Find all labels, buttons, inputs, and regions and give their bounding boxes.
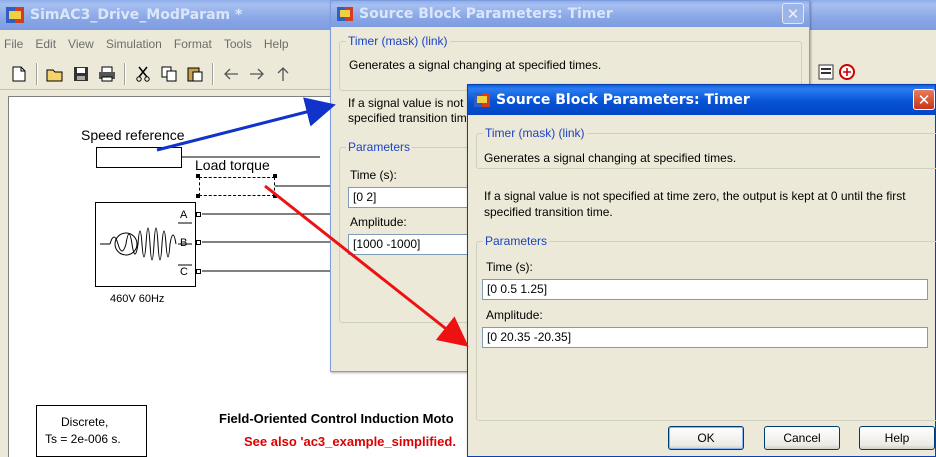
timer-params-dialog-front: Source Block Parameters: Timer ✕ Timer (… — [467, 84, 936, 457]
description-text: Generates a signal changing at specified… — [484, 151, 737, 165]
time-label: Time (s): — [350, 168, 397, 182]
dialog-front-title-bar[interactable]: Source Block Parameters: Timer — [468, 85, 935, 115]
parameters-legend: Parameters — [346, 140, 413, 154]
ok-button[interactable]: OK — [668, 426, 744, 450]
dialog-back-title-bar[interactable]: Source Block Parameters: Timer — [331, 1, 809, 27]
mask-description-group: Timer (mask) (link) Generates a signal c… — [476, 126, 936, 169]
mask-legend: Timer (mask) (link) — [346, 34, 450, 48]
powergui-discrete-block[interactable] — [36, 405, 147, 457]
amplitude-label: Amplitude: — [350, 215, 407, 229]
dialog-back-title: Source Block Parameters: Timer — [359, 6, 613, 22]
amplitude-field[interactable]: [1000 -1000] — [348, 234, 468, 255]
model-title-text: Field-Oriented Control Induction Moto — [219, 411, 454, 426]
note-text-line1: If a signal value is not specified at ti… — [484, 189, 906, 203]
description-text: Generates a signal changing at specified… — [349, 58, 602, 72]
mask-legend: Timer (mask) (link) — [483, 126, 587, 140]
close-icon[interactable]: ✕ — [782, 3, 804, 24]
see-also-link[interactable]: See also 'ac3_example_simplified. — [244, 434, 456, 449]
time-field[interactable]: [0 2] — [348, 187, 468, 208]
amplitude-field[interactable]: [0 20.35 -20.35] — [482, 327, 928, 348]
time-label: Time (s): — [486, 260, 533, 274]
note-text-line2: specified transition tim — [348, 111, 467, 125]
cancel-button[interactable]: Cancel — [764, 426, 840, 450]
block-params-icon — [337, 7, 353, 21]
sample-time-label: Ts = 2e-006 s. — [45, 432, 121, 446]
time-field[interactable]: [0 0.5 1.25] — [482, 279, 928, 300]
discrete-label: Discrete, — [61, 415, 109, 429]
help-button[interactable]: Help — [859, 426, 935, 450]
note-text-line1: If a signal value is not — [348, 96, 464, 110]
close-icon[interactable]: ✕ — [913, 89, 935, 110]
dialog-front-title: Source Block Parameters: Timer — [496, 92, 750, 108]
block-params-icon — [474, 93, 490, 107]
note-text-line2: specified transition time. — [484, 205, 613, 219]
amplitude-label: Amplitude: — [486, 308, 543, 322]
parameters-legend: Parameters — [483, 234, 550, 248]
